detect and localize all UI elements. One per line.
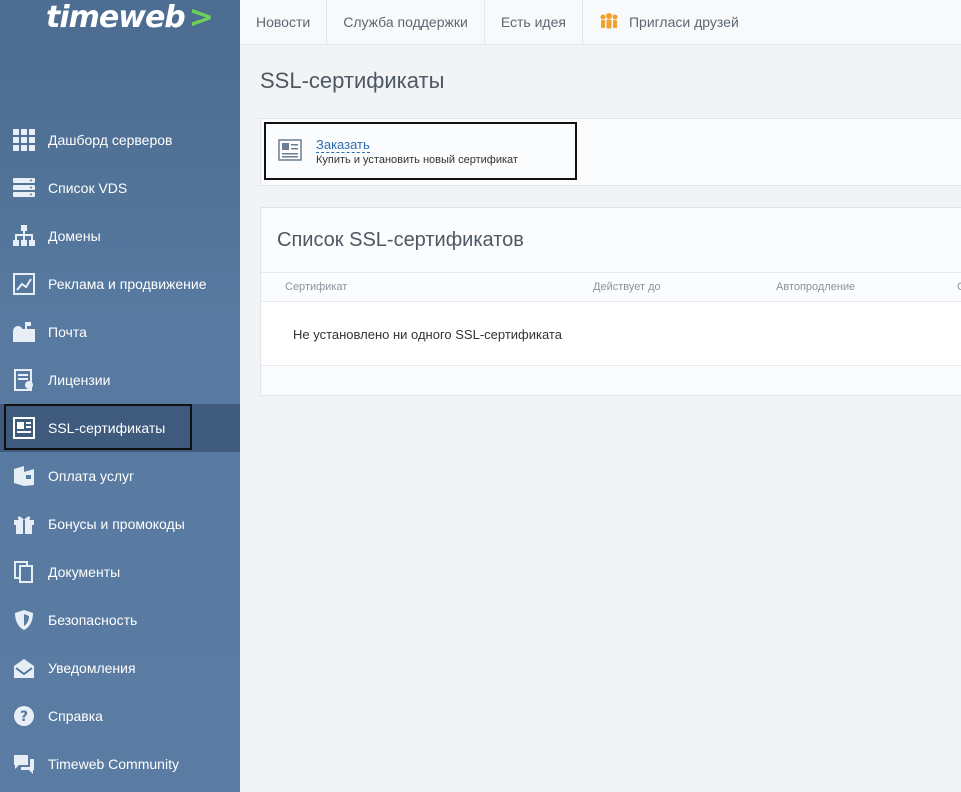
help-icon: ? [12,704,36,728]
sidebar-item-label: Справка [48,708,103,724]
sidebar-item-documents[interactable]: Документы [0,548,240,596]
top-link-invite[interactable]: Пригласи друзей [583,0,755,44]
mailbox-icon [12,320,36,344]
order-description: Купить и установить новый сертификат [316,154,518,166]
people-icon [599,12,619,32]
sidebar-item-label: Список VDS [48,180,128,196]
sidebar-item-label: Timeweb Community [48,756,179,772]
sidebar: timeweb > Дашборд серверов Список VDS Дом… [0,0,240,792]
column-header-certificate[interactable]: Сертификат [285,281,347,293]
sidebar-item-bonuses[interactable]: Бонусы и промокоды [0,500,240,548]
sidebar-item-security[interactable]: Безопасность [0,596,240,644]
highlight-frame [4,404,192,450]
top-navigation: Новости Служба поддержки Есть идея Пригл… [240,0,961,45]
column-header-autorenew[interactable]: Автопродление [776,281,855,293]
wallet-icon [12,464,36,488]
sidebar-item-label: Лицензии [48,372,111,388]
sidebar-item-vds[interactable]: Список VDS [0,164,240,212]
gift-icon [12,512,36,536]
timeweb-logo[interactable]: timeweb > [46,0,214,35]
highlight-frame [264,122,577,180]
page-title: SSL-сертификаты [260,68,445,93]
sitemap-icon [12,224,36,248]
sidebar-item-payment[interactable]: Оплата услуг [0,452,240,500]
sidebar-item-ads[interactable]: Реклама и продвижение [0,260,240,308]
sidebar-item-dashboard[interactable]: Дашборд серверов [0,116,240,164]
column-header-valid-until[interactable]: Действует до [593,281,661,293]
server-icon [12,176,36,200]
chart-icon [12,272,36,296]
top-link-idea[interactable]: Есть идея [485,0,583,44]
notification-icon [12,656,36,680]
sidebar-item-label: Оплата услуг [48,468,135,484]
sidebar-item-domains[interactable]: Домены [0,212,240,260]
license-icon [12,368,36,392]
sidebar-item-help[interactable]: ? Справка [0,692,240,740]
list-title: Список SSL-сертификатов [277,229,524,251]
sidebar-item-label: Реклама и продвижение [48,276,207,292]
order-link[interactable]: Заказать [316,137,370,153]
column-header-status[interactable]: С [957,281,961,293]
sidebar-item-community[interactable]: Timeweb Community [0,740,240,788]
sidebar-item-licenses[interactable]: Лицензии [0,356,240,404]
sidebar-item-ssl[interactable]: SSL-сертификаты [0,404,240,452]
top-link-news[interactable]: Новости [240,0,328,44]
grid-icon [12,128,36,152]
sidebar-item-label: Почта [48,324,87,340]
sidebar-item-label: Безопасность [48,612,138,628]
sidebar-item-mail[interactable]: Почта [0,308,240,356]
sidebar-item-label: Уведомления [48,660,136,676]
sidebar-item-label: Дашборд серверов [48,132,173,148]
top-link-support[interactable]: Служба поддержки [327,0,485,44]
certificate-icon [278,139,302,166]
sidebar-nav: Дашборд серверов Список VDS Домены Рекла… [0,116,240,788]
svg-text:?: ? [20,709,28,725]
shield-icon [12,608,36,632]
documents-icon [12,560,36,584]
empty-state-message: Не установлено ни одного SSL-сертификата [293,327,562,342]
sidebar-item-notifications[interactable]: Уведомления [0,644,240,692]
sidebar-item-label: Домены [48,228,101,244]
sidebar-item-label: Бонусы и промокоды [48,516,185,532]
chat-icon [12,752,36,776]
logo-bar: timeweb > [0,0,240,45]
sidebar-item-label: Документы [48,564,121,580]
